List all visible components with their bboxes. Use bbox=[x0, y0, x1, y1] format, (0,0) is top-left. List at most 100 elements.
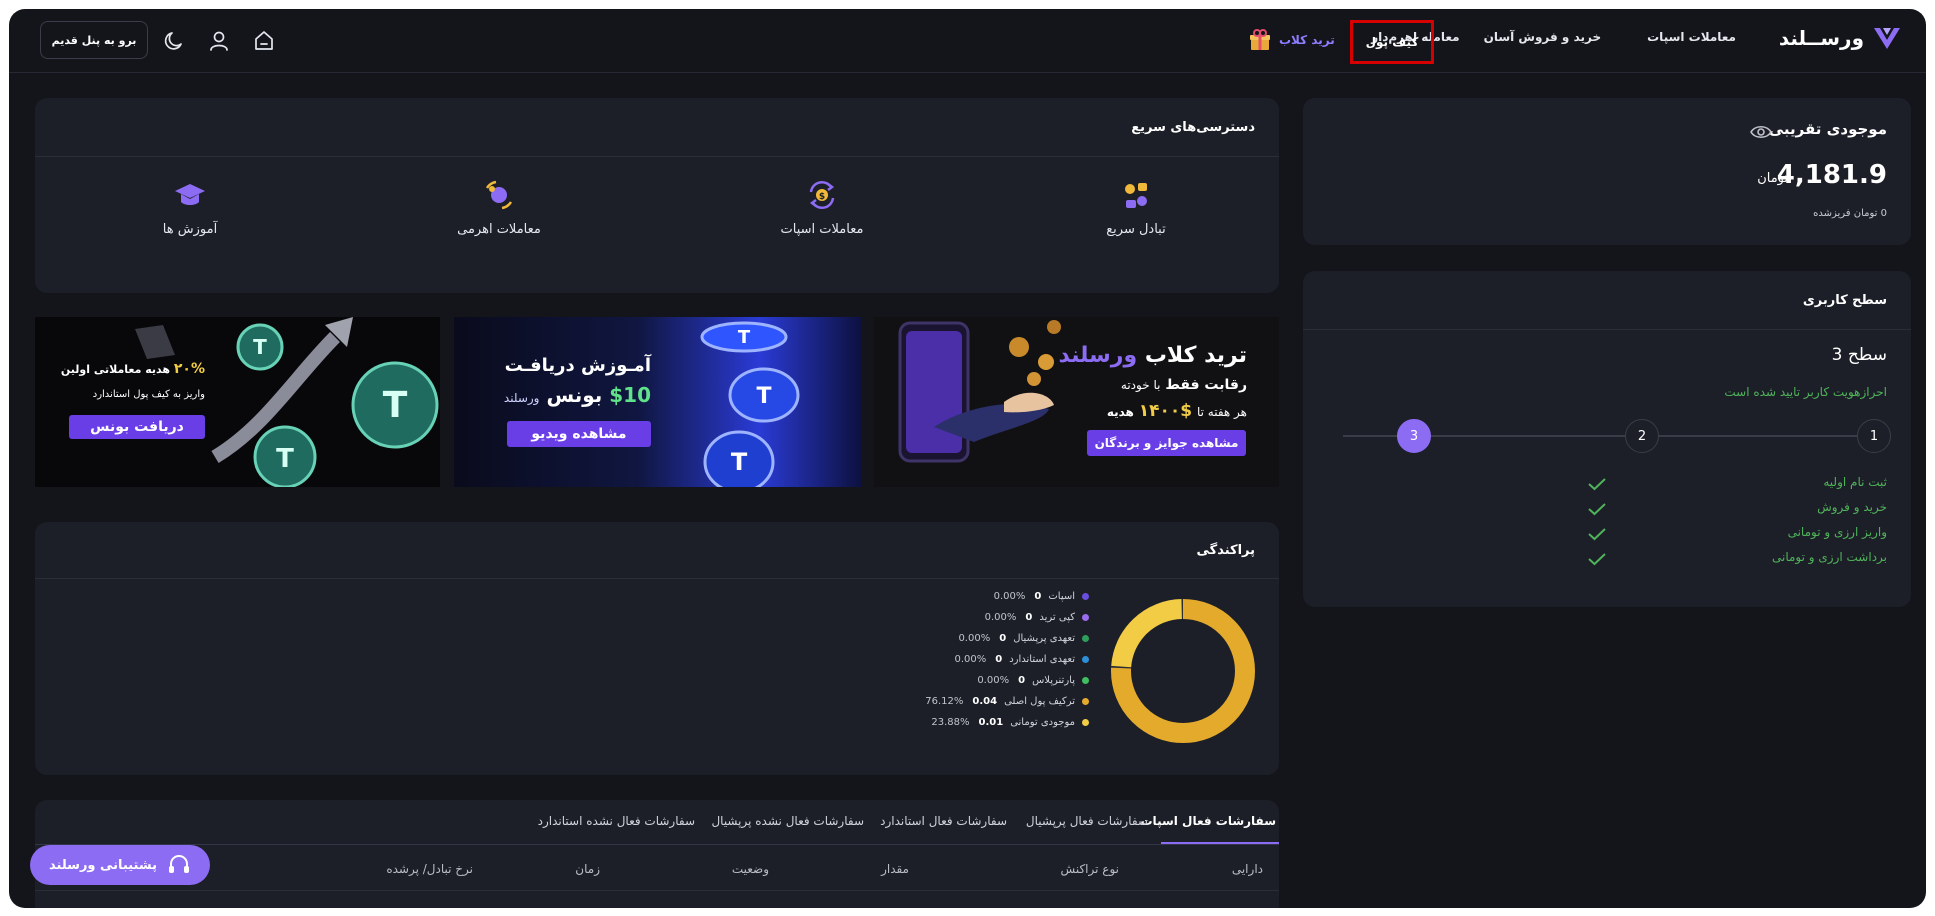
requirement-signup: ثبت نام اولیه bbox=[1823, 475, 1887, 489]
old-panel-button[interactable]: برو به پنل قدیم bbox=[40, 21, 148, 59]
quick-leverage[interactable]: معاملات اهرمی bbox=[419, 178, 579, 237]
svg-text:T: T bbox=[276, 444, 294, 474]
user-level-card: سطح کاربری سطح 3 احرازهویت کاربر تایید ش… bbox=[1303, 271, 1911, 607]
trade-club-link[interactable]: ترید کلاب bbox=[1249, 29, 1335, 51]
tether-arrow-illustration: T T T bbox=[135, 317, 439, 487]
bonus-banner-percent: ۲۰% bbox=[173, 361, 205, 377]
level-step-2: 2 bbox=[1625, 419, 1659, 453]
spot-icon: $ bbox=[809, 180, 835, 210]
menu-easy-buy-sell[interactable]: خرید و فروش آسان bbox=[1484, 30, 1602, 44]
column-transaction-type: نوع تراکنش bbox=[1060, 862, 1119, 876]
tutorial-banner-amount: $10 bbox=[609, 383, 651, 407]
requirement-deposit: واریز ارزی و تومانی bbox=[1787, 525, 1887, 539]
legend-value: 0 bbox=[1018, 675, 1026, 686]
user-icon[interactable] bbox=[207, 29, 231, 53]
column-rate: نرخ تبادل/ پرشده bbox=[386, 862, 473, 876]
requirement-withdraw: برداشت ارزی و تومانی bbox=[1772, 550, 1887, 564]
balance-unit: تومان bbox=[1757, 171, 1788, 186]
quick-swap[interactable]: تبادل سریع bbox=[1056, 178, 1216, 237]
legend-value: 0 bbox=[995, 654, 1003, 665]
quick-swap-label: تبادل سریع bbox=[1106, 222, 1166, 237]
step-label: 3 bbox=[1409, 428, 1419, 444]
quick-access-card: دسترسی‌های سریع تبادل سریع $ معاملات اسپ… bbox=[35, 98, 1279, 293]
bonus-banner[interactable]: T T T ۲۰% هدیه معاملاتی اولین واریز به ک… bbox=[35, 317, 440, 487]
distribution-card: پراکندگی اسپات 0 0.00% کپی ترید 0 0.00% … bbox=[35, 522, 1279, 775]
column-time: زمان bbox=[575, 862, 600, 876]
legend-percent: 0.00% bbox=[993, 591, 1026, 602]
legend-dot bbox=[1082, 698, 1089, 705]
quick-spot[interactable]: $ معاملات اسپات bbox=[742, 178, 902, 237]
tab-inactive-perpetual-orders[interactable]: سفارشات فعال نشده پرپشیال bbox=[711, 814, 864, 828]
eye-icon[interactable] bbox=[1750, 124, 1772, 140]
legend-name: موجودی تومانی bbox=[1010, 717, 1075, 728]
club-banner-title: ترید کلاب bbox=[1144, 343, 1247, 368]
tab-standard-orders[interactable]: سفارشات فعال استاندارد bbox=[880, 814, 1007, 828]
gift-icon bbox=[1250, 29, 1270, 50]
logo-icon bbox=[1874, 28, 1900, 49]
home-icon[interactable] bbox=[252, 29, 276, 53]
step-label: 1 bbox=[1869, 428, 1879, 444]
tutorial-banner-button-label: مشاهده ویدیو bbox=[531, 426, 627, 442]
tutorial-banner-title: آمـوزش دریافـت bbox=[504, 355, 651, 376]
dark-mode-icon[interactable] bbox=[162, 29, 186, 53]
legend-percent: 0.00% bbox=[958, 633, 991, 644]
quick-education[interactable]: آموزش ها bbox=[110, 178, 270, 237]
legend-dot bbox=[1082, 656, 1089, 663]
brand-logo[interactable]: ورســلند bbox=[1779, 25, 1902, 51]
legend-value: 0.04 bbox=[972, 696, 998, 707]
headset-icon bbox=[168, 855, 189, 873]
svg-text:T: T bbox=[731, 448, 748, 476]
svg-text:T: T bbox=[756, 384, 771, 409]
tab-inactive-standard-orders[interactable]: سفارشات فعال نشده استاندارد bbox=[538, 814, 695, 828]
frozen-balance: 0 تومان فریزشده bbox=[1813, 208, 1887, 219]
leverage-icon bbox=[485, 180, 513, 210]
level-step-1: 1 bbox=[1857, 419, 1891, 453]
club-banner-button-label: مشاهده جوایز و برندگان bbox=[1094, 436, 1239, 450]
graduation-cap-icon bbox=[175, 184, 205, 205]
legend-percent: 76.12% bbox=[925, 696, 964, 707]
divider bbox=[35, 844, 1279, 845]
divider bbox=[35, 156, 1279, 157]
legend-name: تعهدی استاندارد bbox=[1009, 654, 1075, 665]
legend-row: اسپات 0 0.00% bbox=[994, 591, 1089, 602]
menu-wallet-label: کیف پول bbox=[1365, 35, 1419, 49]
orders-card: سفارشات فعال اسپات سفارشات فعال پرپشیال … bbox=[35, 800, 1279, 908]
trade-club-banner[interactable]: ترید کلاب ورسلند رقابت فقط با خودته هر ه… bbox=[874, 317, 1279, 487]
legend-dot bbox=[1082, 719, 1089, 726]
club-banner-line2b: هدیه bbox=[1106, 405, 1134, 419]
legend-dot bbox=[1082, 677, 1089, 684]
legend-value: 0 bbox=[1034, 591, 1042, 602]
level-step-3: 3 bbox=[1397, 419, 1431, 453]
support-button[interactable]: پشتیبانی ورسلند bbox=[30, 845, 210, 885]
tutorial-banner-bonus: بونس bbox=[546, 383, 603, 407]
balance-amount: 4,181.9 bbox=[1776, 160, 1887, 190]
legend-row: کپی ترید 0 0.00% bbox=[985, 612, 1089, 623]
club-banner-button[interactable]: مشاهده جوایز و برندگان bbox=[1087, 430, 1246, 456]
legend-dot bbox=[1082, 614, 1089, 621]
svg-text:T: T bbox=[253, 335, 267, 359]
bonus-banner-button[interactable]: دریافت بونس bbox=[69, 415, 205, 439]
check-icon bbox=[1588, 528, 1606, 541]
legend-row: تعهدی پرپشیال 0 0.00% bbox=[958, 633, 1089, 644]
legend-row: ترکیف پول اصلی 0.04 76.12% bbox=[925, 696, 1089, 707]
requirement-trade: خرید و فروش bbox=[1817, 500, 1887, 514]
club-banner-line2: هر هفته تا bbox=[1196, 405, 1247, 419]
column-status: وضعیت bbox=[731, 862, 769, 876]
legend-value: 0 bbox=[1025, 612, 1033, 623]
svg-text:T: T bbox=[738, 327, 751, 348]
menu-spot-trading[interactable]: معاملات اسپات bbox=[1647, 30, 1736, 44]
balance-card: موجودی تقریبی 4,181.9 تومان 0 تومان فریز… bbox=[1303, 98, 1911, 245]
legend-name: ترکیف پول اصلی bbox=[1004, 696, 1075, 707]
level-name: سطح 3 bbox=[1831, 345, 1887, 365]
tab-spot-orders[interactable]: سفارشات فعال اسپات bbox=[1141, 814, 1277, 828]
legend-name: تعهدی پرپشیال bbox=[1013, 633, 1075, 644]
svg-text:T: T bbox=[383, 385, 408, 426]
tutorial-banner[interactable]: T T T آمـوزش دریافـت $10 بونس ورسلند مشا… bbox=[454, 317, 861, 487]
tutorial-banner-button[interactable]: مشاهده ویدیو bbox=[507, 421, 651, 447]
tab-perpetual-orders[interactable]: سفارشات فعال پرپشیال bbox=[1026, 814, 1148, 828]
support-label: پشتیبانی ورسلند bbox=[49, 857, 157, 873]
menu-wallet[interactable]: کیف پول bbox=[1350, 20, 1434, 64]
app-frame: ورســلند معاملات اسپات خرید و فروش آسان … bbox=[9, 9, 1926, 908]
legend-percent: 0.00% bbox=[977, 675, 1010, 686]
legend-row: پارتنرپلاس 0 0.00% bbox=[977, 675, 1089, 686]
